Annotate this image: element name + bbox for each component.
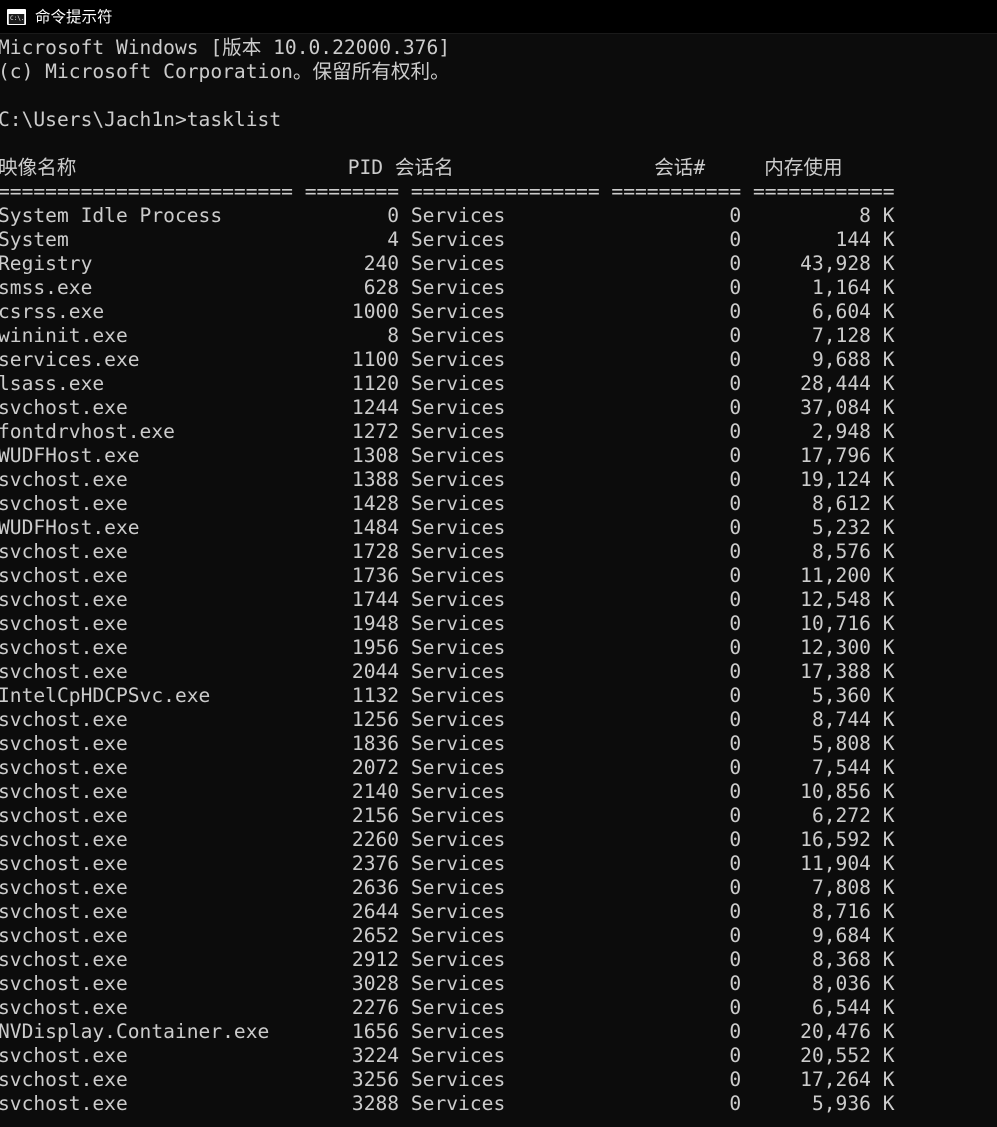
console-output-area[interactable]: Microsoft Windows [版本 10.0.22000.376] (c… [0,34,997,1127]
cmd-icon: C:\. [7,8,26,25]
window-title: 命令提示符 [35,7,113,26]
window-title-bar[interactable]: C:\. 命令提示符 [0,0,997,34]
cmd-icon-glyph: C:\. [9,13,24,24]
console-text: Microsoft Windows [版本 10.0.22000.376] (c… [0,36,895,1115]
